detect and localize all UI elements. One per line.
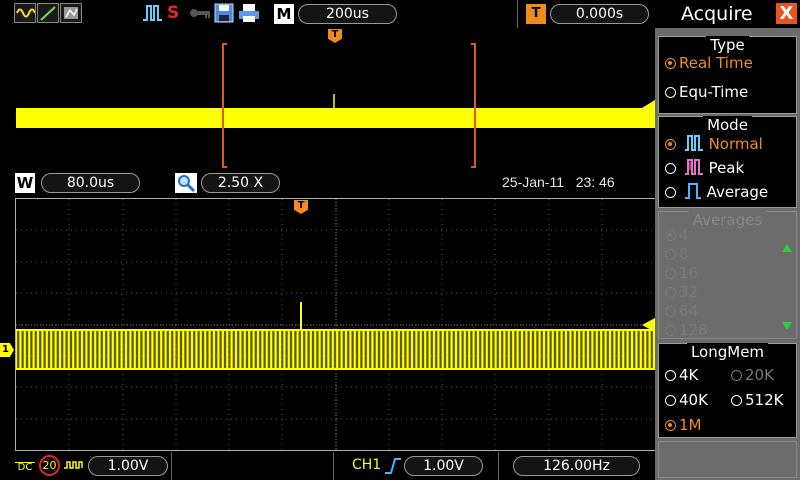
mode-indicator: M	[274, 4, 294, 24]
mode-option-normal[interactable]: Normal	[665, 134, 763, 153]
type-option-real-time[interactable]: Real Time	[665, 54, 753, 72]
radio-icon	[665, 139, 676, 150]
averages-group: Averages 4 8 16 32 64 128	[658, 211, 797, 339]
date: 25-Jan-11	[502, 174, 565, 190]
print-icon[interactable]	[238, 3, 260, 23]
zoom-window-right-bracket[interactable]	[471, 43, 476, 168]
date-time-readout: 25-Jan-11 23: 46	[502, 174, 615, 190]
mode-option-average[interactable]: Average	[665, 182, 768, 201]
averages-option-4[interactable]: 4	[665, 226, 689, 244]
channel1-ground-marker[interactable]: 1	[0, 343, 14, 357]
persist-display-icon[interactable]	[60, 3, 82, 23]
divider	[498, 452, 499, 480]
key-lock-icon	[188, 3, 212, 23]
divider	[333, 452, 334, 480]
top-status-bar: S M 200us T 0.000s	[0, 0, 655, 28]
radio-icon	[665, 287, 676, 298]
trigger-source-label: CH1	[352, 457, 382, 473]
normal-acquire-icon	[141, 3, 163, 23]
overview-trace	[16, 108, 655, 128]
longmem-option-4k[interactable]: 4K	[665, 366, 698, 384]
averages-option-128[interactable]: 128	[665, 321, 708, 339]
zoom-info-row: W 80.0us 2.50 X 25-Jan-11 23: 46	[0, 170, 655, 196]
zoom-factor-readout[interactable]: 2.50 X	[201, 173, 280, 193]
radio-icon	[665, 395, 676, 406]
channel1-scale-readout[interactable]: 1.00V	[88, 456, 168, 476]
timebase-readout[interactable]: 200us	[298, 4, 397, 24]
longmem-option-20k[interactable]: 20K	[731, 366, 774, 384]
overview-waveform	[16, 43, 655, 168]
close-button[interactable]: X	[776, 3, 797, 24]
radio-icon	[665, 58, 676, 69]
bandwidth-limit-icon: 20	[39, 455, 60, 476]
longmem-option-512k[interactable]: 512K	[731, 391, 783, 409]
stop-status-icon: S	[167, 3, 180, 23]
magnifier-icon	[175, 173, 197, 193]
divider	[171, 452, 172, 480]
acquire-menu-panel: Acquire X Type Real Time Equ-Time Mode N…	[655, 0, 800, 480]
averages-option-64[interactable]: 64	[665, 302, 698, 320]
channel-waveform-icon	[63, 456, 85, 476]
radio-icon	[665, 268, 676, 279]
average-mode-icon	[684, 183, 701, 199]
memory-overview-window: T	[16, 28, 655, 168]
window-scale-readout[interactable]: 80.0us	[41, 173, 140, 193]
mode-group: Mode Normal Peak Average	[658, 116, 797, 208]
rising-edge-icon	[384, 456, 402, 476]
radio-icon	[665, 325, 676, 336]
frequency-readout: 126.00Hz	[513, 456, 640, 476]
vector-display-icon[interactable]	[37, 3, 59, 23]
trigger-level-readout[interactable]: 1.00V	[404, 456, 483, 476]
radio-icon	[665, 87, 676, 98]
averages-option-32[interactable]: 32	[665, 283, 698, 301]
window-indicator: W	[15, 173, 35, 193]
radio-icon	[665, 306, 676, 317]
coupling-indicator: DC	[15, 455, 35, 477]
main-waveform-display: T	[14, 198, 656, 451]
mode-title: Mode	[659, 116, 796, 134]
longmem-option-40k[interactable]: 40K	[665, 391, 708, 409]
waveform-display-icon[interactable]	[14, 3, 36, 23]
radio-icon	[665, 187, 676, 198]
radio-icon	[665, 370, 676, 381]
save-icon[interactable]	[214, 3, 236, 23]
type-option-equ-time[interactable]: Equ-Time	[665, 83, 748, 101]
bottom-status-bar: DC 20 1.00V CH1 1.00V 126.00Hz	[0, 452, 655, 480]
graticule	[14, 199, 656, 450]
mode-option-peak[interactable]: Peak	[665, 158, 744, 177]
radio-icon	[665, 163, 676, 174]
longmem-group: LongMem 4K 20K 40K 512K 1M	[658, 343, 797, 438]
type-group: Type Real Time Equ-Time	[658, 36, 797, 114]
radio-icon	[731, 395, 742, 406]
longmem-option-1m[interactable]: 1M	[665, 416, 702, 434]
longmem-title: LongMem	[659, 343, 796, 361]
radio-icon	[731, 370, 742, 381]
type-title: Type	[659, 36, 796, 54]
averages-option-8[interactable]: 8	[665, 245, 689, 263]
radio-icon	[665, 230, 676, 241]
radio-icon	[665, 249, 676, 260]
trigger-position-icon: T	[526, 4, 546, 24]
scroll-up-icon[interactable]	[782, 244, 792, 252]
zoom-window-left-bracket[interactable]	[222, 43, 227, 168]
radio-icon	[665, 420, 676, 431]
trigger-offset-readout[interactable]: 0.000s	[550, 4, 649, 24]
coupling-label: DC	[17, 462, 33, 473]
peak-mode-icon	[684, 159, 703, 175]
time: 23: 46	[575, 174, 615, 190]
divider	[517, 0, 518, 28]
empty-softkey[interactable]	[658, 441, 797, 478]
averages-option-16[interactable]: 16	[665, 264, 698, 282]
normal-mode-icon	[684, 135, 703, 151]
scroll-down-icon[interactable]	[782, 322, 792, 330]
